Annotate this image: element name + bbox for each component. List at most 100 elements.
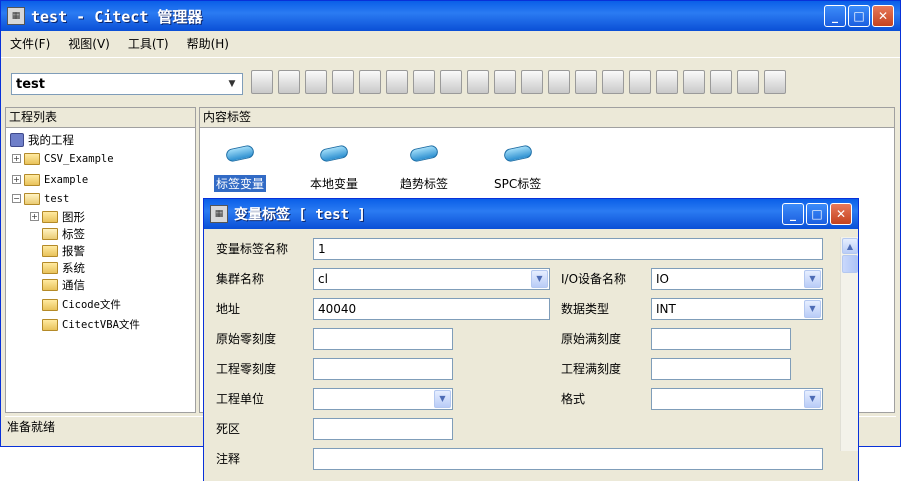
cluster-select[interactable]: cl ▼	[313, 268, 550, 290]
alarm-icon[interactable]	[521, 70, 543, 94]
io-device-value: IO	[656, 272, 669, 286]
tree-item-citectvba-files[interactable]: CitectVBA文件	[42, 316, 140, 333]
eng-full-label: 工程满刻度	[561, 362, 622, 376]
spc-tag-icon	[502, 141, 534, 167]
close-button[interactable]: ✕	[872, 5, 894, 27]
expand-icon[interactable]: +	[12, 154, 21, 163]
maximize-button[interactable]: □	[848, 5, 870, 27]
comment-label: 注释	[216, 452, 241, 466]
small-icons-icon[interactable]	[683, 70, 705, 94]
help-icon[interactable]	[764, 70, 786, 94]
chevron-down-icon[interactable]: ▼	[224, 76, 240, 92]
expand-icon[interactable]: +	[30, 212, 39, 221]
details-icon[interactable]	[737, 70, 759, 94]
tree-item-cicode-files[interactable]: Cicode文件	[42, 296, 121, 313]
variable-tag-icon	[224, 141, 256, 167]
cicode-icon[interactable]	[548, 70, 570, 94]
raw-full-field[interactable]	[651, 328, 791, 350]
scroll-thumb[interactable]	[842, 255, 858, 273]
folder-icon[interactable]	[575, 70, 597, 94]
tree-item-graphics[interactable]: + 图形	[30, 208, 85, 225]
expand-icon[interactable]: +	[12, 175, 21, 184]
collapse-icon[interactable]: −	[12, 194, 21, 203]
backup-icon[interactable]	[629, 70, 651, 94]
folder-icon	[24, 173, 40, 186]
edit-icon[interactable]	[332, 70, 354, 94]
comment-field[interactable]	[313, 448, 823, 470]
folder-icon	[42, 298, 58, 311]
window-title: test - Citect 管理器	[31, 7, 203, 26]
content-item-variable-tags[interactable]: 标签变量	[214, 141, 267, 192]
tree-item-test[interactable]: − test	[12, 190, 69, 207]
eng-units-label: 工程单位	[216, 392, 265, 406]
list-icon[interactable]	[710, 70, 732, 94]
io-device-select[interactable]: IO ▼	[651, 268, 823, 290]
content-item-trend-tags[interactable]: 趋势标签	[398, 141, 450, 192]
io-device-label: I/O设备名称	[561, 272, 627, 286]
folder-icon	[42, 278, 58, 291]
compile-icon[interactable]	[278, 70, 300, 94]
eng-full-field[interactable]	[651, 358, 791, 380]
eng-units-select[interactable]: ▼	[313, 388, 453, 410]
project-combo-value: test	[16, 77, 45, 92]
tree-item-alarms[interactable]: 报警	[42, 242, 85, 259]
variable-icon[interactable]	[467, 70, 489, 94]
chevron-down-icon[interactable]: ▼	[804, 300, 821, 318]
raw-zero-field[interactable]	[313, 328, 453, 350]
data-type-select[interactable]: INT ▼	[651, 298, 823, 320]
run-icon[interactable]	[305, 70, 327, 94]
project-combo[interactable]: test ▼	[11, 73, 243, 95]
content-item-local-variables[interactable]: 本地变量	[308, 141, 360, 192]
tree-root[interactable]: 我的工程	[10, 131, 74, 148]
tree-item-communication[interactable]: 通信	[42, 276, 85, 293]
eng-zero-label: 工程零刻度	[216, 362, 277, 376]
chevron-down-icon[interactable]: ▼	[531, 270, 548, 288]
content-item-spc-tags[interactable]: SPC标签	[492, 141, 543, 192]
folder-icon	[42, 244, 58, 257]
menu-help[interactable]: 帮助(H)	[178, 35, 238, 52]
menu-tools[interactable]: 工具(T)	[119, 35, 178, 52]
address-field[interactable]: 40040	[313, 298, 550, 320]
format-label: 格式	[561, 392, 586, 406]
folder-icon	[24, 152, 40, 165]
deadband-field[interactable]	[313, 418, 453, 440]
tag-icon[interactable]	[251, 70, 273, 94]
my-projects-icon	[10, 132, 24, 147]
chevron-down-icon[interactable]: ▼	[804, 390, 821, 408]
pack-icon[interactable]	[413, 70, 435, 94]
chevron-down-icon[interactable]: ▼	[804, 270, 821, 288]
restore-icon[interactable]	[602, 70, 624, 94]
tree-item-tags[interactable]: 标签	[42, 225, 85, 242]
copy-icon[interactable]	[359, 70, 381, 94]
dialog-title-bar[interactable]: ▦ 变量标签 [ test ] _ □ ✕	[204, 199, 858, 229]
project-list-header: 工程列表	[6, 108, 195, 128]
print-icon[interactable]	[386, 70, 408, 94]
menu-file[interactable]: 文件(F)	[1, 35, 59, 52]
raw-full-label: 原始满刻度	[561, 332, 622, 346]
menu-view[interactable]: 视图(V)	[59, 35, 119, 52]
tree-item-system[interactable]: 系统	[42, 259, 85, 276]
dialog-minimize-button[interactable]: _	[782, 203, 804, 225]
dialog-close-button[interactable]: ✕	[830, 203, 852, 225]
properties-icon[interactable]	[656, 70, 678, 94]
main-title-bar[interactable]: ▦ test - Citect 管理器 _ □ ✕	[1, 1, 900, 31]
minimize-button[interactable]: _	[824, 5, 846, 27]
dialog-scrollbar[interactable]: ▲	[840, 237, 858, 451]
trend-tag-icon	[408, 141, 440, 167]
data-type-value: INT	[656, 302, 676, 316]
trend-icon[interactable]	[494, 70, 516, 94]
chevron-down-icon[interactable]: ▼	[434, 390, 451, 408]
tree-item-example[interactable]: + Example	[12, 171, 88, 188]
eng-zero-field[interactable]	[313, 358, 453, 380]
tag-name-field[interactable]: 1	[313, 238, 823, 260]
cluster-label: 集群名称	[216, 272, 265, 286]
menu-bar: 文件(F) 视图(V) 工具(T) 帮助(H)	[1, 32, 900, 54]
project-list-pane: 工程列表 我的工程 + CSV_Example + Example − test…	[5, 107, 196, 413]
scroll-up-icon[interactable]: ▲	[842, 238, 858, 254]
local-variable-icon	[318, 141, 350, 167]
graphics-icon[interactable]	[440, 70, 462, 94]
format-select[interactable]: ▼	[651, 388, 823, 410]
deadband-label: 死区	[216, 422, 241, 436]
dialog-maximize-button[interactable]: □	[806, 203, 828, 225]
tree-item-csv-example[interactable]: + CSV_Example	[12, 150, 114, 167]
